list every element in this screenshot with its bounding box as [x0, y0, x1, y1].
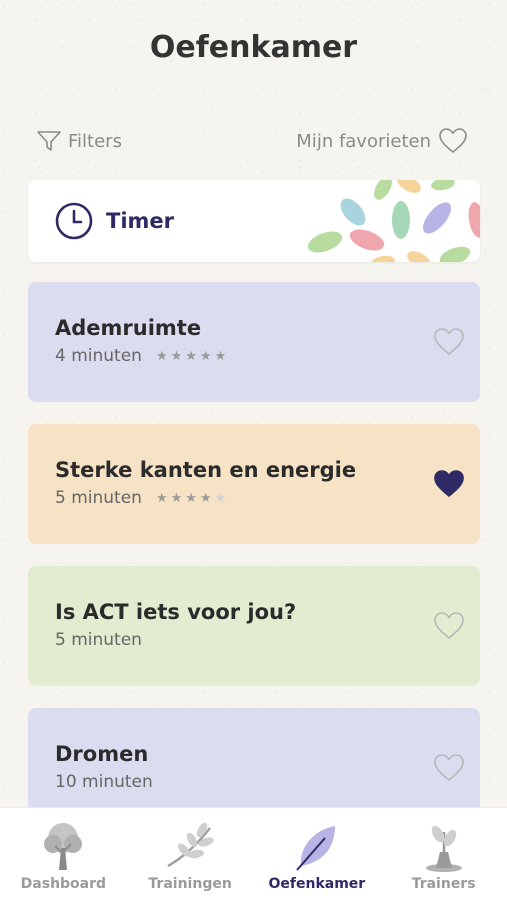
exercise-card[interactable]: Ademruimte 4 minuten ★ ★ ★ ★ ★	[28, 282, 480, 402]
nav-label: Dashboard	[20, 876, 107, 892]
leaf-icon	[296, 826, 335, 871]
favorite-heart-icon[interactable]	[434, 612, 464, 640]
exercise-duration: 5 minuten	[55, 488, 142, 508]
exercise-duration: 4 minuten	[55, 346, 142, 366]
nav-item-trainers[interactable]: Trainers	[384, 808, 504, 900]
page-title: Oefenkamer	[149, 30, 358, 65]
star-icon: ★	[185, 348, 197, 364]
exercise-title: Ademruimte	[55, 316, 202, 340]
star-icon: ★	[170, 348, 183, 364]
nav-item-dashboard[interactable]: Dashboard	[3, 808, 123, 900]
exercise-duration: 5 minuten	[55, 630, 142, 650]
nav-label: Trainers	[411, 876, 476, 892]
exercise-card[interactable]: Is ACT iets voor jou? 5 minuten	[28, 566, 480, 686]
branch-icon	[167, 822, 214, 868]
favorite-heart-icon[interactable]	[434, 470, 464, 498]
star-icon: ★	[214, 348, 227, 364]
sprout-icon	[425, 825, 462, 872]
clock-icon	[55, 202, 93, 240]
heart-outline-icon	[439, 128, 467, 154]
timer-label: Timer	[106, 209, 175, 233]
star-icon: ★	[170, 490, 183, 506]
star-icon: ★	[199, 348, 212, 364]
exercise-title: Sterke kanten en energie	[55, 458, 357, 482]
exercise-title: Is ACT iets voor jou?	[55, 600, 297, 624]
filter-icon	[37, 131, 61, 151]
filters-label: Filters	[68, 130, 122, 152]
nav-item-trainingen[interactable]: Trainingen	[130, 808, 250, 900]
star-icon: ★	[199, 490, 212, 506]
rating-stars: ★ ★ ★ ★ ★	[156, 491, 226, 506]
star-icon: ★	[214, 490, 227, 506]
favorites-label: Mijn favorieten	[296, 130, 431, 152]
filters-button[interactable]: Filters	[36, 128, 122, 154]
star-icon: ★	[185, 490, 197, 506]
favorite-heart-icon[interactable]	[434, 754, 464, 782]
exercise-title: Dromen	[55, 742, 149, 766]
nav-label: Oefenkamer	[268, 876, 366, 892]
bottom-navigation: Dashboard Trainingen Oefenkamer Trainers	[0, 807, 507, 900]
favorite-heart-icon[interactable]	[434, 328, 464, 356]
nav-item-oefenkamer[interactable]: Oefenkamer	[257, 808, 377, 900]
nav-label: Trainingen	[148, 876, 232, 892]
exercise-card[interactable]: Sterke kanten en energie 5 minuten ★ ★ ★ ★ ★	[28, 424, 480, 544]
tree-icon	[44, 823, 83, 870]
leaves-decoration	[307, 180, 480, 262]
star-icon: ★	[155, 348, 168, 364]
favorites-button[interactable]: Mijn favorieten	[296, 128, 467, 154]
timer-card[interactable]: Timer	[28, 180, 480, 262]
exercise-duration: 10 minuten	[55, 772, 153, 792]
star-icon: ★	[155, 490, 168, 506]
rating-stars: ★ ★ ★ ★ ★	[156, 349, 226, 364]
